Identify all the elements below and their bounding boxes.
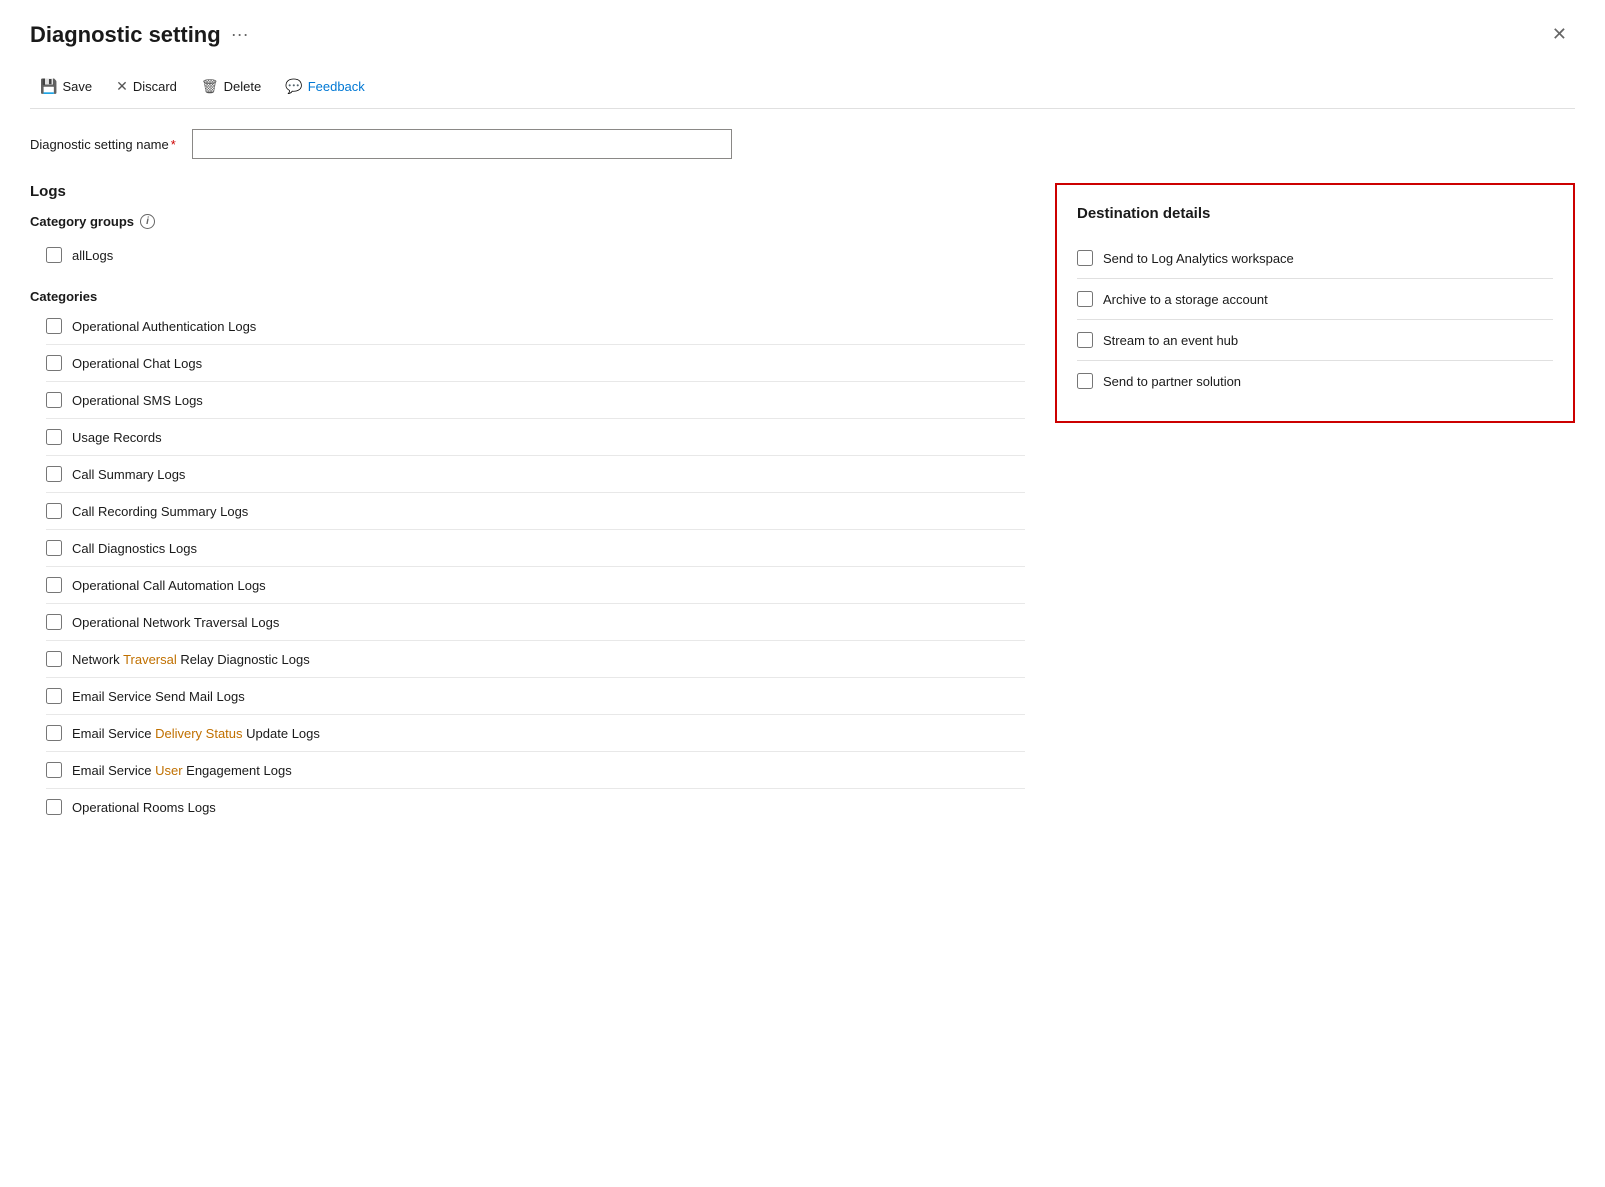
category-checkbox[interactable] (46, 503, 62, 519)
category-row: Usage Records (46, 419, 1025, 456)
discard-button[interactable]: ✕ Discard (106, 73, 187, 100)
category-label[interactable]: Call Summary Logs (72, 467, 185, 482)
category-checkbox[interactable] (46, 614, 62, 630)
category-label[interactable]: Call Recording Summary Logs (72, 504, 248, 519)
more-options-icon[interactable]: ··· (231, 24, 249, 45)
feedback-button[interactable]: 💬 Feedback (275, 73, 375, 100)
page-container: Diagnostic setting ··· ✕ 💾 Save ✕ Discar… (0, 0, 1605, 1187)
category-checkbox[interactable] (46, 429, 62, 445)
save-label: Save (62, 79, 92, 94)
title-bar: Diagnostic setting ··· ✕ (30, 20, 1575, 49)
category-row: Operational Authentication Logs (46, 308, 1025, 345)
destination-label[interactable]: Send to partner solution (1103, 374, 1241, 389)
category-row: Call Summary Logs (46, 456, 1025, 493)
required-marker: * (171, 137, 176, 152)
toolbar: 💾 Save ✕ Discard 🗑 Delete 💬 Feedback (30, 65, 1575, 109)
category-label[interactable]: Operational Call Automation Logs (72, 578, 266, 593)
category-checkbox[interactable] (46, 799, 62, 815)
destination-list: Send to Log Analytics workspace Archive t… (1077, 238, 1553, 401)
logs-section-title: Logs (30, 183, 1025, 200)
category-checkbox[interactable] (46, 318, 62, 334)
category-checkbox[interactable] (46, 355, 62, 371)
category-row: Network Traversal Relay Diagnostic Logs (46, 641, 1025, 678)
destination-title: Destination details (1077, 205, 1553, 222)
destination-label[interactable]: Send to Log Analytics workspace (1103, 251, 1294, 266)
category-checkbox[interactable] (46, 651, 62, 667)
categories-list: Operational Authentication Logs Operation… (30, 308, 1025, 825)
main-content: Logs Category groups i allLogs Categorie… (30, 183, 1575, 825)
destination-row: Archive to a storage account (1077, 279, 1553, 320)
category-row: Operational Chat Logs (46, 345, 1025, 382)
category-checkbox[interactable] (46, 392, 62, 408)
destination-label[interactable]: Archive to a storage account (1103, 292, 1268, 307)
diagnostic-name-input[interactable] (192, 129, 732, 159)
feedback-icon: 💬 (285, 78, 302, 95)
category-row: Operational SMS Logs (46, 382, 1025, 419)
category-checkbox[interactable] (46, 762, 62, 778)
category-row: Call Diagnostics Logs (46, 530, 1025, 567)
destination-row: Stream to an event hub (1077, 320, 1553, 361)
category-groups-header: Category groups i (30, 214, 1025, 229)
category-groups-label: Category groups (30, 214, 134, 229)
delete-button[interactable]: 🗑 Delete (191, 73, 271, 100)
alllogs-row: allLogs (46, 237, 1025, 273)
category-row: Email Service Delivery Status Update Log… (46, 715, 1025, 752)
alllogs-checkbox[interactable] (46, 247, 62, 263)
category-groups-list: allLogs (30, 237, 1025, 273)
category-checkbox[interactable] (46, 540, 62, 556)
category-row: Email Service Send Mail Logs (46, 678, 1025, 715)
logs-panel: Logs Category groups i allLogs Categorie… (30, 183, 1025, 825)
category-row: Operational Rooms Logs (46, 789, 1025, 825)
category-label[interactable]: Operational Network Traversal Logs (72, 615, 279, 630)
save-icon: 💾 (40, 78, 57, 95)
destination-checkbox[interactable] (1077, 250, 1093, 266)
alllogs-label[interactable]: allLogs (72, 248, 113, 263)
destination-panel: Destination details Send to Log Analytic… (1055, 183, 1575, 423)
category-label[interactable]: Email Service Delivery Status Update Log… (72, 726, 320, 741)
save-button[interactable]: 💾 Save (30, 73, 102, 100)
category-label[interactable]: Operational Rooms Logs (72, 800, 216, 815)
category-groups-info-icon[interactable]: i (140, 214, 155, 229)
categories-section: Categories Operational Authentication Lo… (30, 289, 1025, 825)
category-checkbox[interactable] (46, 466, 62, 482)
page-title: Diagnostic setting (30, 22, 221, 48)
category-label[interactable]: Email Service Send Mail Logs (72, 689, 245, 704)
category-checkbox[interactable] (46, 577, 62, 593)
category-label[interactable]: Call Diagnostics Logs (72, 541, 197, 556)
discard-label: Discard (133, 79, 177, 94)
title-area: Diagnostic setting ··· (30, 22, 249, 48)
category-label[interactable]: Operational Chat Logs (72, 356, 202, 371)
diagnostic-name-row: Diagnostic setting name* (30, 129, 1575, 159)
categories-label: Categories (30, 289, 1025, 304)
delete-label: Delete (224, 79, 262, 94)
destination-checkbox[interactable] (1077, 373, 1093, 389)
category-row: Operational Network Traversal Logs (46, 604, 1025, 641)
category-label[interactable]: Operational SMS Logs (72, 393, 203, 408)
destination-row: Send to partner solution (1077, 361, 1553, 401)
destination-checkbox[interactable] (1077, 291, 1093, 307)
category-row: Operational Call Automation Logs (46, 567, 1025, 604)
discard-icon: ✕ (116, 78, 128, 95)
category-label[interactable]: Usage Records (72, 430, 162, 445)
category-label[interactable]: Operational Authentication Logs (72, 319, 256, 334)
feedback-label: Feedback (308, 79, 365, 94)
destination-row: Send to Log Analytics workspace (1077, 238, 1553, 279)
destination-checkbox[interactable] (1077, 332, 1093, 348)
category-checkbox[interactable] (46, 725, 62, 741)
category-row: Call Recording Summary Logs (46, 493, 1025, 530)
destination-label[interactable]: Stream to an event hub (1103, 333, 1238, 348)
category-label[interactable]: Email Service User Engagement Logs (72, 763, 292, 778)
delete-icon: 🗑 (201, 78, 219, 95)
category-row: Email Service User Engagement Logs (46, 752, 1025, 789)
category-checkbox[interactable] (46, 688, 62, 704)
close-button[interactable]: ✕ (1544, 20, 1575, 49)
category-label[interactable]: Network Traversal Relay Diagnostic Logs (72, 652, 310, 667)
diagnostic-name-label: Diagnostic setting name* (30, 137, 176, 152)
